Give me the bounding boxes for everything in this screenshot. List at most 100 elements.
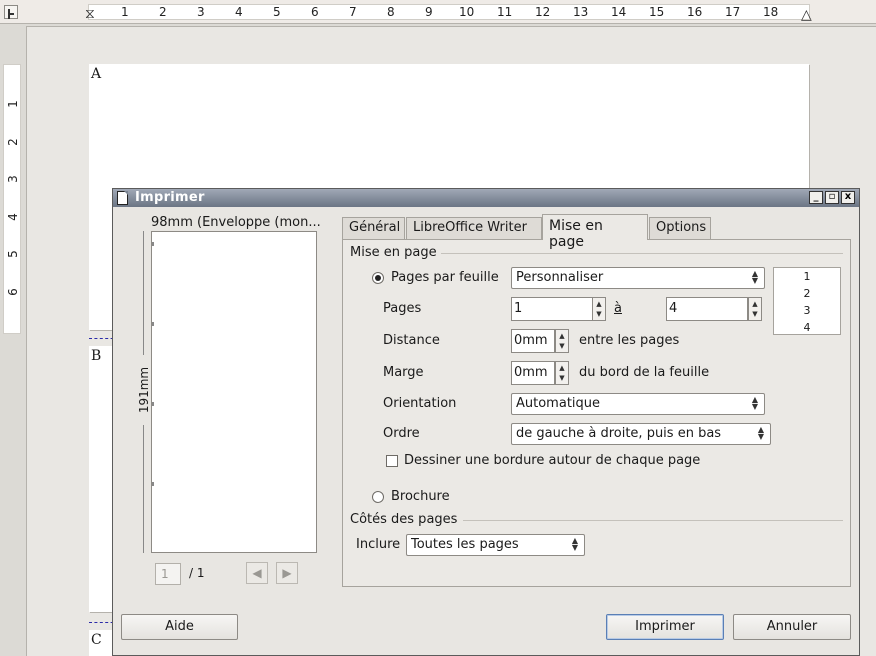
next-page-button[interactable]: ▶	[276, 562, 298, 584]
ruler-tick: 6	[311, 5, 319, 19]
ruler-tick: 5	[6, 250, 20, 258]
order-value: de gauche à droite, puis en bas	[516, 426, 722, 441]
order-select[interactable]: de gauche à droite, puis en bas ▲ ▼	[511, 423, 771, 445]
ruler-tick: 9	[425, 5, 433, 19]
cancel-button[interactable]: Annuler	[733, 614, 851, 640]
ruler-tick: 3	[197, 5, 205, 19]
distance-stepper[interactable]: ▲ ▼	[555, 329, 569, 353]
margin-suffix: du bord de la feuille	[579, 365, 710, 380]
updown-chevron-icon: ▲ ▼	[751, 269, 759, 285]
ruler-track[interactable]: ⧖ △ 1 2 3 4 5 6 7 8 9 10 11 12 13 14 15 …	[85, 4, 812, 23]
right-indent-marker[interactable]: △	[801, 7, 812, 23]
arrow-right-icon: ▶	[282, 566, 292, 580]
preview-mark	[152, 402, 154, 406]
ruler-tick: 2	[6, 138, 20, 146]
maximize-button[interactable]: ▫	[825, 191, 839, 204]
distance-input[interactable]: 0mm	[511, 329, 555, 353]
arrow-left-icon: ◀	[252, 566, 262, 580]
ruler-tick: 6	[6, 288, 20, 296]
minimize-button[interactable]: _	[809, 191, 823, 204]
pages-per-sheet-label: Pages par feuille	[391, 270, 499, 285]
margin-stepper[interactable]: ▲ ▼	[555, 361, 569, 385]
sides-section-title: Côtés des pages	[350, 512, 458, 527]
pages-from-input[interactable]: 1	[511, 297, 593, 321]
pages-to-stepper[interactable]: ▲ ▼	[748, 297, 762, 321]
ruler-tick: 13	[573, 5, 589, 19]
ruler-tick: 17	[725, 5, 741, 19]
pages-from-stepper[interactable]: ▲ ▼	[592, 297, 606, 321]
include-label: Inclure	[356, 537, 401, 552]
include-value: Toutes les pages	[411, 537, 519, 552]
ruler-tick: 18	[763, 5, 779, 19]
ruler-tick: 4	[235, 5, 243, 19]
horizontal-ruler: ⧖ △ 1 2 3 4 5 6 7 8 9 10 11 12 13 14 15 …	[0, 0, 876, 24]
ruler-tick: 11	[497, 5, 513, 19]
dialog-titlebar[interactable]: Imprimer _ ▫ x	[113, 189, 859, 207]
previous-page-button[interactable]: ◀	[246, 562, 268, 584]
preview-page-total: / 1	[189, 566, 205, 580]
updown-chevron-icon: ▲ ▼	[559, 364, 565, 382]
left-indent-marker[interactable]: ⧖	[85, 6, 95, 22]
layout-mini-preview: 1 2 3 4	[773, 267, 841, 335]
orientation-select[interactable]: Automatique ▲ ▼	[511, 393, 765, 415]
preview-mark	[152, 322, 154, 326]
orientation-value: Automatique	[516, 396, 601, 411]
distance-suffix: entre les pages	[579, 333, 680, 348]
margin-input[interactable]: 0mm	[511, 361, 555, 385]
ruler-tick: 14	[611, 5, 627, 19]
print-dialog: Imprimer _ ▫ x 98mm (Enveloppe (mon... 1…	[112, 188, 860, 656]
page-text: A	[91, 66, 102, 82]
updown-chevron-icon: ▲ ▼	[752, 300, 758, 318]
ruler-tick: 15	[649, 5, 665, 19]
updown-chevron-icon: ▲ ▼	[596, 300, 602, 318]
mini-preview-page: 1	[803, 270, 811, 283]
updown-chevron-icon: ▲ ▼	[751, 395, 759, 411]
tab-stop-selector[interactable]	[4, 5, 18, 19]
ruler-tick: 2	[159, 5, 167, 19]
pages-per-sheet-radio[interactable]	[372, 272, 384, 284]
updown-chevron-icon: ▲ ▼	[559, 332, 565, 350]
close-button[interactable]: x	[841, 191, 855, 204]
border-checkbox-label: Dessiner une bordure autour de chaque pa…	[404, 453, 701, 468]
to-label: à	[614, 301, 622, 316]
margin-label: Marge	[383, 365, 424, 380]
include-select[interactable]: Toutes les pages ▲ ▼	[406, 534, 585, 556]
distance-label: Distance	[383, 333, 440, 348]
page-text: C	[91, 632, 102, 648]
tab-options[interactable]: Options	[649, 217, 711, 239]
section-divider	[463, 520, 843, 521]
order-label: Ordre	[383, 426, 420, 441]
pages-per-sheet-value: Personnaliser	[516, 270, 604, 285]
print-preview	[151, 231, 317, 553]
print-button[interactable]: Imprimer	[606, 614, 724, 640]
ruler-tick: 7	[349, 5, 357, 19]
tab-libreoffice-writer[interactable]: LibreOffice Writer	[406, 217, 542, 239]
mini-preview-page: 2	[803, 287, 811, 300]
pages-per-sheet-select[interactable]: Personnaliser ▲ ▼	[511, 267, 765, 289]
ruler-tick: 5	[273, 5, 281, 19]
tab-page-layout[interactable]: Mise en page	[542, 214, 648, 250]
vertical-ruler: 1 2 3 4 5 6	[3, 64, 21, 334]
border-checkbox[interactable]	[386, 455, 398, 467]
ruler-tick: 16	[687, 5, 703, 19]
brochure-label: Brochure	[391, 489, 450, 504]
mini-preview-page: 3	[803, 304, 811, 317]
preview-page-input[interactable]: 1	[155, 563, 181, 585]
ruler-tick: 1	[6, 100, 20, 108]
help-button[interactable]: Aide	[121, 614, 238, 640]
tab-general[interactable]: Général	[342, 217, 405, 239]
ruler-tick: 4	[6, 213, 20, 221]
ruler-tick: 8	[387, 5, 395, 19]
brochure-radio[interactable]	[372, 491, 384, 503]
orientation-label: Orientation	[383, 396, 457, 411]
updown-chevron-icon: ▲ ▼	[757, 425, 765, 441]
ruler-tick: 3	[6, 175, 20, 183]
section-divider	[441, 253, 843, 254]
paper-size-label: 98mm (Enveloppe (mon...	[151, 215, 321, 230]
pages-label: Pages	[383, 301, 422, 316]
page-text: B	[91, 348, 102, 364]
preview-mark	[152, 482, 154, 486]
ruler-tick: 10	[459, 5, 475, 19]
preview-mark	[152, 242, 154, 246]
pages-to-input[interactable]: 4	[666, 297, 748, 321]
